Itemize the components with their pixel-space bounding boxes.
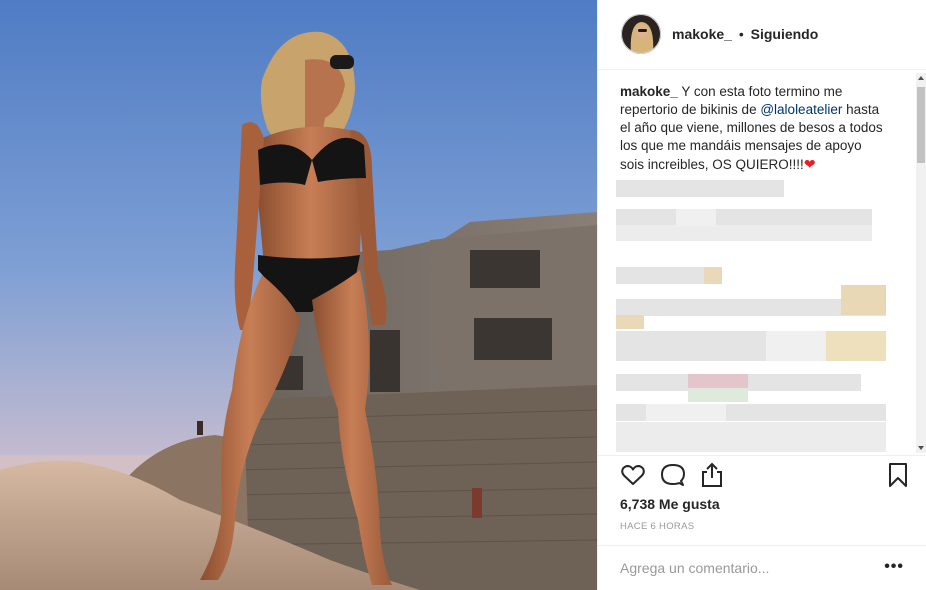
caption-username[interactable]: makoke_	[620, 84, 678, 99]
bookmark-icon	[889, 463, 907, 487]
comment-button[interactable]	[660, 462, 686, 488]
share-button[interactable]	[699, 462, 725, 488]
pixelated-comments	[616, 178, 886, 456]
scroll-thumb[interactable]	[917, 87, 925, 163]
caption-mention[interactable]: @laloleatelier	[760, 102, 842, 117]
heart-emoji: ❤	[803, 156, 816, 172]
heart-outline-icon	[621, 465, 645, 485]
post-photo[interactable]	[0, 0, 597, 590]
header-text: makoke_ • Siguiendo	[672, 26, 818, 42]
comment-input[interactable]: Agrega un comentario...	[620, 560, 769, 576]
header-separator: •	[738, 26, 744, 42]
share-icon	[702, 462, 722, 487]
avatar[interactable]	[621, 14, 661, 54]
save-button[interactable]	[885, 462, 911, 488]
comments-scrollbar[interactable]	[916, 73, 926, 453]
post-panel: makoke_ • Siguiendo makoke_ Y con esta f…	[597, 0, 926, 590]
scroll-down-arrow[interactable]	[918, 446, 924, 450]
scroll-up-arrow[interactable]	[918, 76, 924, 80]
like-button[interactable]	[620, 462, 646, 488]
speech-bubble-icon	[661, 464, 685, 486]
action-bar	[598, 455, 926, 495]
comment-box: Agrega un comentario... •••	[598, 545, 926, 590]
likes-count[interactable]: 6,738 Me gusta	[620, 496, 720, 512]
photo-image	[0, 0, 597, 590]
header-username[interactable]: makoke_	[672, 26, 732, 42]
post-time[interactable]: HACE 6 HORAS	[620, 521, 694, 532]
post-header: makoke_ • Siguiendo	[598, 0, 926, 70]
caption: makoke_ Y con esta foto termino me reper…	[620, 83, 888, 174]
more-options-icon[interactable]: •••	[884, 558, 904, 576]
following-button[interactable]: Siguiendo	[751, 26, 819, 42]
